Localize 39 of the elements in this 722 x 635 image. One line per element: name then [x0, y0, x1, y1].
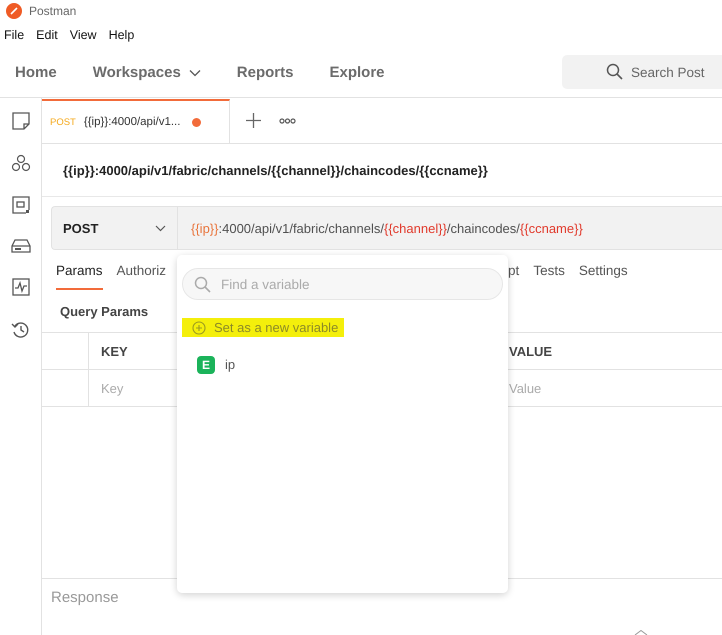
caret-up-icon[interactable]	[634, 630, 648, 635]
request-section-tab[interactable]: pt	[508, 263, 520, 290]
scope-badge: E	[197, 356, 215, 374]
plus-icon[interactable]	[246, 113, 261, 128]
request-section-tab[interactable]: Tests	[533, 263, 565, 290]
menu-item[interactable]: File	[4, 28, 24, 42]
menu-item[interactable]: Edit	[36, 28, 58, 42]
variable-search-field[interactable]: Find a variable	[182, 268, 503, 300]
column-header: VALUE	[509, 344, 552, 358]
variable-item[interactable]: E ip	[197, 356, 503, 374]
request-section-tab[interactable]: Authoriz	[116, 263, 166, 290]
request-tab[interactable]: POST {{ip}}:4000/api/v1...	[42, 98, 230, 144]
menu-item[interactable]: Help	[108, 28, 134, 42]
nav-tab[interactable]: Workspaces	[84, 64, 210, 81]
search-icon	[194, 276, 211, 293]
menu-item[interactable]: View	[70, 28, 97, 42]
pulse-icon[interactable]	[12, 278, 30, 296]
request-section-tab[interactable]: Params	[56, 263, 103, 290]
history-icon[interactable]	[10, 320, 30, 340]
circles-icon[interactable]	[10, 154, 30, 172]
column-header: KEY	[101, 344, 128, 358]
plus-circle-icon	[192, 320, 206, 334]
postman-logo-icon	[6, 3, 22, 19]
request-section-tab[interactable]: Settings	[578, 263, 628, 290]
value-input[interactable]: Value	[509, 380, 722, 396]
nav-tab[interactable]: Reports	[228, 64, 302, 81]
screen-icon[interactable]	[12, 196, 30, 214]
key-input[interactable]: Key	[101, 380, 498, 396]
drive-icon[interactable]	[10, 238, 30, 254]
document-icon[interactable]	[12, 112, 30, 130]
search-field[interactable]: Search Post	[562, 55, 722, 89]
nav-tab[interactable]: Explore	[320, 64, 394, 81]
more-icon[interactable]	[279, 118, 296, 124]
window-title: Postman	[29, 4, 76, 18]
request-name: {{ip}}:4000/api/v1/fabric/channels/{{channel}}/chaincodes/{{ccname}}	[63, 162, 488, 178]
nav-tab[interactable]: Home	[6, 64, 66, 81]
search-icon	[606, 63, 623, 80]
section-title: Query Params	[60, 304, 148, 318]
response-title: Response	[51, 589, 119, 606]
